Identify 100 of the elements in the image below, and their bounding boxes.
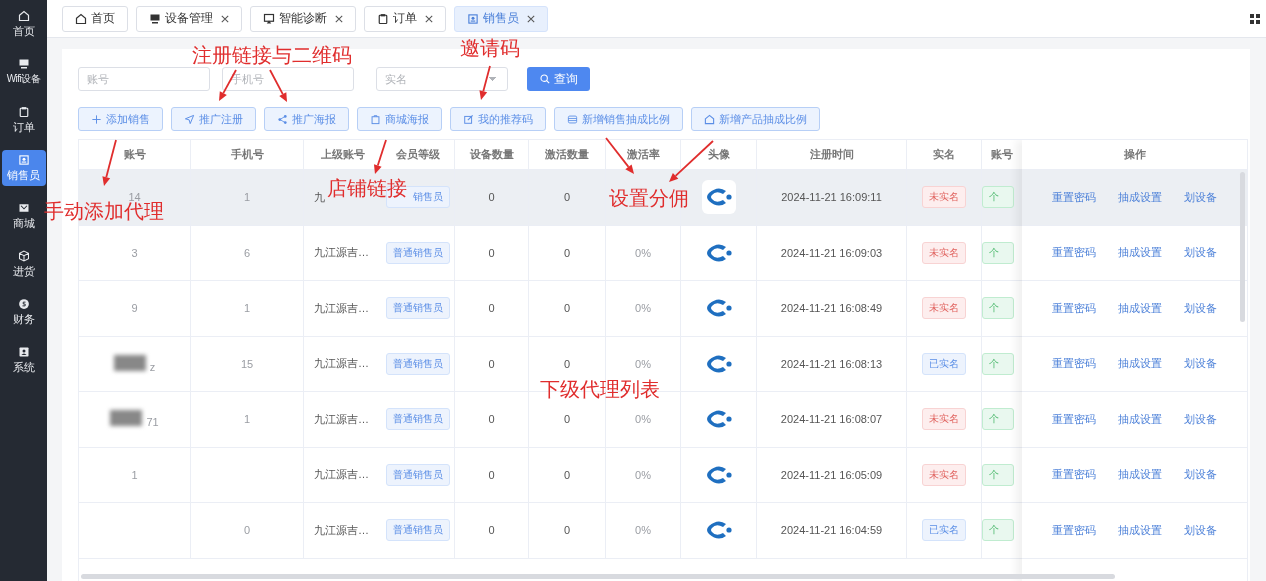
action-link[interactable]: 重置密码	[1052, 411, 1096, 427]
table-cell: 9	[131, 302, 138, 315]
table-cell: 0	[563, 302, 571, 315]
house-icon	[75, 12, 87, 25]
envelope-icon	[17, 201, 30, 214]
type-tag: 个	[982, 352, 1014, 375]
action-link[interactable]: 划设备	[1184, 245, 1217, 261]
toolbar-button[interactable]: 推广海报	[264, 107, 349, 131]
table-cell: 0	[243, 524, 251, 537]
sidebar-item[interactable]: 财务	[1, 294, 46, 330]
id-card-icon	[467, 12, 479, 25]
table-cell: 0%	[635, 413, 651, 426]
type-tag: 个	[982, 297, 1014, 320]
sidebar-item[interactable]: 进货	[1, 246, 46, 282]
level-tag: 普通销售员	[385, 463, 450, 486]
annotation-label: 设置分佣	[609, 188, 689, 208]
edit-icon	[463, 113, 474, 125]
tab[interactable]: 首页	[62, 5, 128, 32]
toolbar-button[interactable]: 我的推荐码	[450, 107, 546, 131]
table-cell: 1	[243, 413, 251, 426]
action-link[interactable]: 重置密码	[1052, 189, 1096, 205]
status-tag: 已实名	[922, 519, 966, 542]
action-link[interactable]: 抽成设置	[1118, 522, 1162, 538]
status-tag: 未实名	[922, 408, 966, 431]
level-tag: 普通销售员	[385, 519, 450, 542]
arrow	[479, 65, 491, 100]
toolbar-button[interactable]: 新增产品抽成比例	[691, 107, 820, 131]
toolbar-button[interactable]: 新增销售抽成比例	[554, 107, 683, 131]
input-field[interactable]: 账号	[78, 67, 210, 91]
type-tag: 个	[982, 519, 1014, 542]
close-icon[interactable]	[527, 14, 535, 23]
action-link[interactable]: 抽成设置	[1118, 245, 1162, 261]
sidebar-item[interactable]: 系统	[1, 342, 46, 378]
action-link[interactable]: 划设备	[1184, 467, 1217, 483]
tab[interactable]: 销售员	[454, 5, 548, 32]
table-cell: 0	[563, 246, 571, 259]
action-link[interactable]: 重置密码	[1052, 245, 1096, 261]
type-tag: 个	[982, 241, 1014, 264]
table-cell: 0	[563, 524, 571, 537]
table-cell: 0	[488, 524, 495, 537]
table-cell: 九江源吉…	[314, 411, 369, 427]
close-icon[interactable]	[221, 14, 229, 23]
grid-icon[interactable]	[1250, 14, 1260, 24]
table-cell: 0	[563, 413, 571, 426]
table-cell: 0%	[635, 468, 651, 481]
level-tag: 普通销售员	[385, 297, 450, 320]
scrollbar[interactable]	[1240, 172, 1245, 322]
table-cell: 九江源吉…	[314, 356, 369, 372]
status-tag: 未实名	[922, 241, 966, 264]
monitor-icon	[17, 58, 30, 70]
action-link[interactable]: 抽成设置	[1118, 300, 1162, 316]
action-link[interactable]: 抽成设置	[1118, 411, 1162, 427]
table-cell: 2024-11-21 16:09:03	[780, 246, 883, 259]
type-tag: 个	[982, 408, 1014, 431]
action-link[interactable]: 重置密码	[1052, 356, 1096, 372]
select-field[interactable]: 实名	[376, 67, 508, 91]
action-link[interactable]: 抽成设置	[1118, 356, 1162, 372]
sidebar-item[interactable]: 销售员	[1, 150, 46, 186]
toolbar-button[interactable]: 添加销售	[78, 107, 163, 131]
action-link[interactable]: 划设备	[1184, 522, 1217, 538]
table-cell: 0	[563, 468, 571, 481]
toolbar-button[interactable]: 商城海报	[357, 107, 442, 131]
table-cell: 九	[314, 189, 325, 205]
close-icon[interactable]	[425, 14, 433, 23]
column-header: 账号	[79, 140, 191, 169]
action-link[interactable]: 划设备	[1184, 356, 1217, 372]
table-cell: 15	[240, 357, 254, 370]
action-link[interactable]: 重置密码	[1052, 300, 1096, 316]
tab[interactable]: 订单	[364, 5, 446, 32]
status-tag: 未实名	[922, 297, 966, 320]
scrollbar[interactable]	[81, 574, 1115, 579]
sidebar-item[interactable]: 首页	[1, 6, 46, 42]
action-link[interactable]: 抽成设置	[1118, 189, 1162, 205]
action-link[interactable]: 划设备	[1184, 189, 1217, 205]
tab[interactable]: 设备管理	[136, 5, 242, 32]
sidebar-item[interactable]: 订单	[1, 102, 46, 138]
share-icon	[277, 113, 288, 125]
action-link[interactable]: 抽成设置	[1118, 467, 1162, 483]
list-icon	[567, 113, 578, 125]
sidebar-item[interactable]: Wifi设备	[1, 54, 46, 90]
search-button[interactable]: 查询	[527, 67, 590, 91]
action-link[interactable]: 重置密码	[1052, 522, 1096, 538]
annotation-label: 邀请码	[460, 38, 520, 58]
action-link[interactable]: 划设备	[1184, 300, 1217, 316]
action-link[interactable]: 划设备	[1184, 411, 1217, 427]
search-icon	[539, 74, 550, 84]
tab[interactable]: 智能诊断	[250, 5, 356, 32]
close-icon[interactable]	[335, 14, 343, 23]
clipboard-icon	[17, 105, 30, 118]
table-cell: 九江源吉…	[314, 522, 369, 538]
annotation-label: 注册链接与二维码	[192, 45, 352, 65]
table-cell: 0	[563, 191, 571, 204]
annotation-label: 下级代理列表	[540, 379, 660, 399]
table-cell: 71	[146, 416, 159, 429]
toolbar-button[interactable]: 推广注册	[171, 107, 256, 131]
column-header: 头像	[681, 140, 757, 169]
action-link[interactable]: 重置密码	[1052, 467, 1096, 483]
annotation-label: 店铺链接	[327, 178, 407, 198]
monitor-icon	[149, 12, 161, 25]
table-cell: z	[149, 360, 156, 373]
